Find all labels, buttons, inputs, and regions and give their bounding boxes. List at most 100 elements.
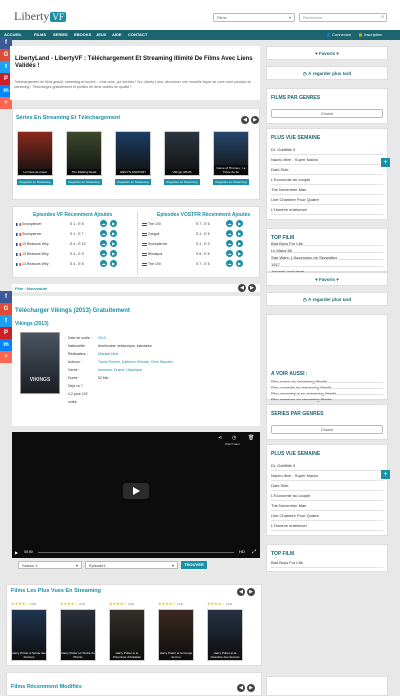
film-poster[interactable]: Harry Potter et la Coupe de Feu [158,609,194,661]
play-circle-icon[interactable]: ▶ [110,250,117,257]
watch-later-box[interactable]: ◷ À regarder plus tard [266,66,388,80]
search-input[interactable]: Recherche... ⌕ [299,13,387,22]
fullscreen-icon[interactable]: ⤢ [252,549,256,555]
arrow-right-icon[interactable]: ▶ [247,588,255,596]
watch-streaming-button[interactable]: Regarder en Streaming [164,179,200,185]
series-genre-select[interactable]: Choisir [271,425,383,434]
arrow-left-icon[interactable]: ◀ [238,284,246,292]
clock-icon[interactable]: ◷ [232,435,236,441]
google-icon[interactable]: G [0,303,12,315]
cloud-download-icon[interactable]: ☁ [100,250,107,257]
film-poster[interactable]: Harry Potter et la Chambre des Secrets [207,609,243,661]
detail-value[interactable]: 2013 [98,336,106,340]
play-circle-icon[interactable]: ▶ [236,250,243,257]
watch-streaming-button[interactable]: Regarder en Streaming [17,179,53,185]
play-circle-icon[interactable]: ▶ [110,220,117,227]
series-poster[interactable]: GREY'S ANATOMY [115,131,151,176]
sidebar-link[interactable]: L'Homme irrationnel [271,523,307,528]
watch-later-box-2[interactable]: ◷ À regarder plus tard [266,292,388,306]
play-circle-icon[interactable]: ▶ [110,260,117,267]
sidebar-link[interactable]: L'Economie du couple [271,177,310,182]
season-select[interactable]: Saison 1 ▾ [18,561,82,569]
arrow-right-icon[interactable]: ▶ [248,284,256,292]
register-link[interactable]: 🔒 Inscription [358,32,382,37]
trash-icon[interactable]: 🗑 [248,435,254,441]
play-circle-icon[interactable]: ▶ [236,220,243,227]
sidebar-link[interactable]: Dr. Oddlittle 3 [271,463,295,468]
sidebar-link[interactable]: The November Man [271,503,306,508]
sidebar-link[interactable]: Une Chambre Pour Quatre [271,197,319,202]
nav-films[interactable]: FILMS [34,32,46,37]
sidebar-link[interactable]: Dr. Oddlittle 3 [271,147,295,152]
find-episode-button[interactable]: TROUVER [181,561,207,569]
breadcrumb[interactable]: Film : Nouveauté [15,286,47,291]
series-poster[interactable]: The Walking Dead [66,131,102,176]
favoris-box[interactable]: ♥ Favoris ♥ [266,46,388,60]
detail-value[interactable]: Michael Hirst [98,352,118,356]
detail-value[interactable]: Travis Fimmel, Katheryn Winnick, Clive S… [98,360,173,364]
series-poster[interactable]: Vikings (2013) [164,131,200,176]
sidebar-link[interactable]: Bad Boys For Life [271,560,303,565]
share-icon[interactable]: ⋖ [218,435,222,441]
watch-streaming-button[interactable]: Regarder en Streaming [115,179,151,185]
video-progress-bar[interactable] [38,552,234,553]
site-logo[interactable]: Liberty VF [14,9,66,24]
detail-value[interactable]: Aventure, Drame, Historique [98,368,142,372]
login-link[interactable]: 👤 Connexion [326,32,351,37]
play-small-icon[interactable]: ▶ [15,550,18,555]
expand-plus-icon[interactable]: + [381,158,390,167]
cloud-download-icon[interactable]: ☁ [226,220,233,227]
nav-contact[interactable]: CONTACT [128,32,147,37]
sidebar-link[interactable]: Une Chambre Pour Quatre [271,513,319,518]
play-circle-icon[interactable]: ▶ [110,230,117,237]
series-poster[interactable]: La Casa de papel [17,131,53,176]
watch-streaming-button[interactable]: Regarder en Streaming [66,179,102,185]
play-button[interactable] [123,483,149,499]
cloud-download-icon[interactable]: ☁ [100,230,107,237]
cloud-download-icon[interactable]: ☁ [100,260,107,267]
play-circle-icon[interactable]: ▶ [110,240,117,247]
messenger-icon[interactable]: m [0,339,12,351]
arrow-left-icon[interactable]: ◀ [237,684,245,692]
twitter-icon[interactable]: t [0,315,12,327]
cloud-download-icon[interactable]: ☁ [226,230,233,237]
sidebar-link[interactable]: Nacho libre - Super Nacho [271,473,318,478]
arrow-right-icon[interactable]: ▶ [247,684,255,692]
pinterest-icon[interactable]: P [0,327,12,339]
watch-streaming-button[interactable]: Regarder en Streaming [213,179,249,185]
nav-series[interactable]: SERIES [53,32,68,37]
sidebar-link[interactable]: Dark Side [271,483,289,488]
films-genre-select[interactable]: Choisir [271,109,383,118]
cloud-download-icon[interactable]: ☁ [100,220,107,227]
expand-plus-icon[interactable]: + [381,470,390,479]
arrow-left-icon[interactable]: ◀ [237,588,245,596]
cloud-download-icon[interactable]: ☁ [100,240,107,247]
play-circle-icon[interactable]: ▶ [236,230,243,237]
nav-games[interactable]: JEUX [96,32,106,37]
nav-ebooks[interactable]: EBOOKS [74,32,91,37]
search-icon[interactable]: ⌕ [381,14,384,20]
episode-select[interactable]: Episode1 ▾ [85,561,178,569]
sidebar-link[interactable]: Nacho libre - Super Nacho [271,157,318,162]
video-player[interactable]: ⋖ ◷ Watch later 🗑 ▶ 00:00 HD ⤢ [12,432,260,558]
arrow-left-icon[interactable]: ◀ [241,116,249,124]
more-share-icon[interactable]: + [0,351,12,363]
sidebar-link[interactable]: L'Homme irrationnel [271,207,307,212]
category-select[interactable]: Films ▾ [213,13,295,22]
cloud-download-icon[interactable]: ☁ [226,250,233,257]
cloud-download-icon[interactable]: ☁ [226,240,233,247]
favoris-box-2[interactable]: ♥ Favoris ♥ [266,272,388,286]
facebook-icon[interactable]: f [0,291,12,303]
sidebar-link[interactable]: Dark Side [271,167,289,172]
play-circle-icon[interactable]: ▶ [236,240,243,247]
sidebar-link[interactable]: L'Economie du couple [271,493,310,498]
hd-icon[interactable]: HD [239,549,245,554]
film-poster[interactable]: Harry Potter et le Prisonnier d'Azkaban [109,609,145,661]
film-poster[interactable]: Harry Potter et l'Ordre du Phénix [60,609,96,661]
sidebar-link[interactable]: The November Man [271,187,306,192]
play-circle-icon[interactable]: ▶ [236,260,243,267]
nav-help[interactable]: AIDE [112,32,122,37]
series-poster[interactable]: Game of Thrones : Le Trône de fer [213,131,249,176]
cloud-download-icon[interactable]: ☁ [226,260,233,267]
film-poster[interactable]: Harry Potter à l'école des Sorciers [11,609,47,661]
